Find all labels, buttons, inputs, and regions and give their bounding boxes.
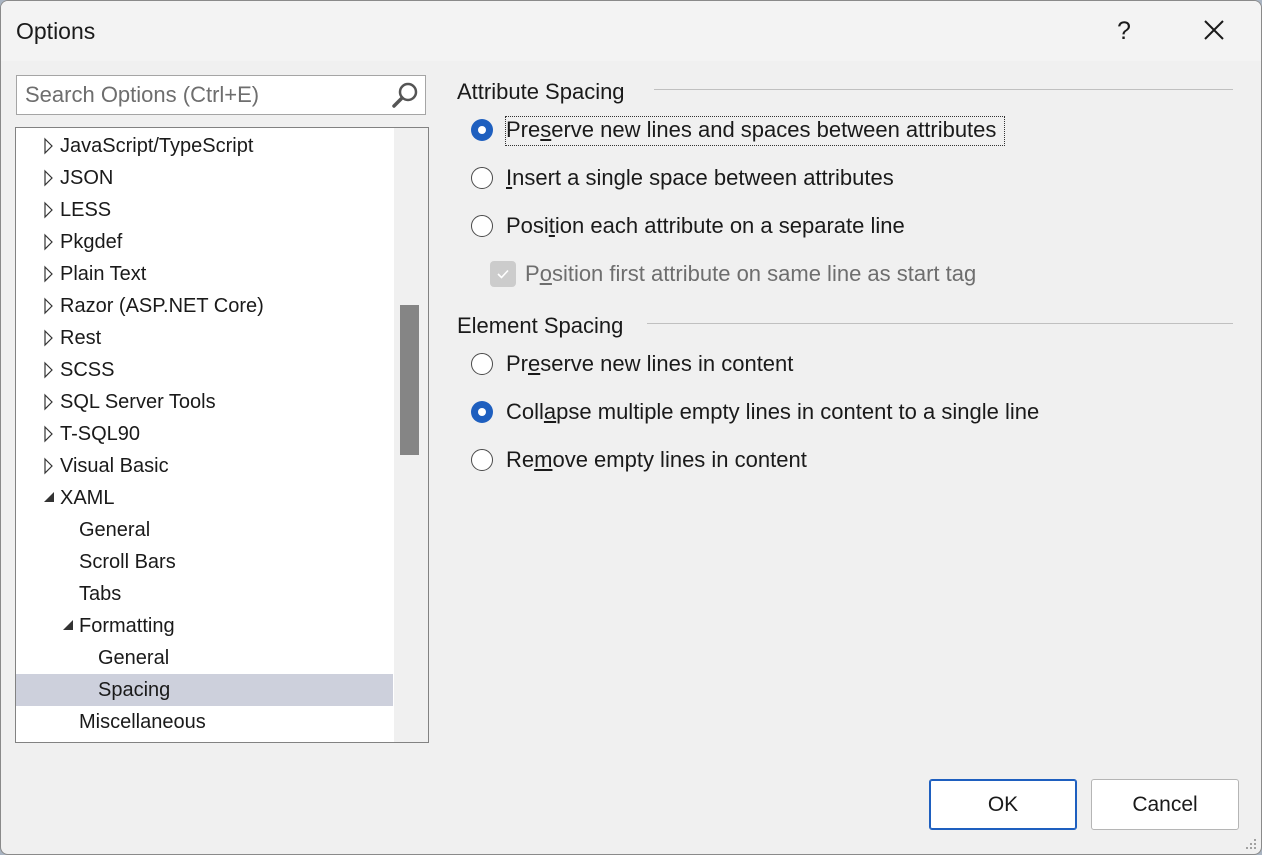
tree-item-label: XAML <box>60 487 115 509</box>
tree-item-label: General <box>79 519 151 541</box>
radio-button-icon <box>471 215 493 237</box>
tree-item[interactable]: Spacing <box>16 674 393 706</box>
ok-button[interactable]: OK <box>929 779 1077 830</box>
expand-arrow-icon[interactable] <box>42 130 56 162</box>
title-bar: Options ? <box>1 1 1261 61</box>
tree-item-label: JSON <box>60 167 114 189</box>
tree-item[interactable]: Miscellaneous <box>16 706 393 738</box>
radio-label: Insert a single space between attributes <box>506 165 894 190</box>
expand-arrow-icon[interactable] <box>42 226 56 258</box>
search-button[interactable] <box>391 80 421 110</box>
radio-label: Position each attribute on a separate li… <box>506 213 905 238</box>
expand-arrow-icon[interactable] <box>42 290 56 322</box>
radio-label: Remove empty lines in content <box>506 447 807 472</box>
options-tree[interactable]: JavaScript/TypeScript JSON LESS Pkgdef Plain… <box>15 127 429 743</box>
tree-item-label: Razor (ASP.NET Core) <box>60 295 264 317</box>
tree-item[interactable]: SQL Server Tools <box>16 386 393 418</box>
tree-item[interactable]: Formatting <box>16 610 393 642</box>
collapse-arrow-icon[interactable] <box>61 610 75 642</box>
expand-arrow-icon[interactable] <box>42 354 56 386</box>
tree-item-label: Plain Text <box>60 263 147 285</box>
help-button[interactable]: ? <box>1107 1 1141 61</box>
resize-grip-icon[interactable] <box>1243 836 1257 850</box>
tree-item[interactable]: JSON <box>16 162 393 194</box>
expand-arrow-icon[interactable] <box>42 162 56 194</box>
radio-button-icon <box>471 449 493 471</box>
tree-item-label: Scroll Bars <box>79 551 176 573</box>
expand-arrow-icon[interactable] <box>42 194 56 226</box>
search-box <box>16 75 426 115</box>
tree-item-label: Miscellaneous <box>79 711 206 733</box>
collapse-empty-lines-radio[interactable]: Collapse multiple empty lines in content… <box>471 397 1171 431</box>
tree-item[interactable]: Scroll Bars <box>16 546 393 578</box>
tree-item-label: Visual Basic <box>60 455 169 477</box>
radio-button-icon <box>471 167 493 189</box>
tree-item[interactable]: Visual Basic <box>16 450 393 482</box>
radio-button-icon <box>471 119 493 141</box>
radio-label: Preserve new lines and spaces between at… <box>504 116 1006 146</box>
checkbox-box <box>490 261 516 287</box>
tree-item[interactable]: JavaScript/TypeScript <box>16 130 393 162</box>
collapse-arrow-icon[interactable] <box>42 482 56 514</box>
tree-item[interactable]: SCSS <box>16 354 393 386</box>
tree-item-label: Pkgdef <box>60 231 123 253</box>
expand-arrow-icon[interactable] <box>42 386 56 418</box>
search-input[interactable] <box>17 76 387 114</box>
checkmark-icon <box>497 269 509 279</box>
tree-item[interactable]: General <box>16 642 393 674</box>
tree-item-label: JavaScript/TypeScript <box>60 135 254 157</box>
tree-item[interactable]: Razor (ASP.NET Core) <box>16 290 393 322</box>
close-button[interactable] <box>1189 1 1239 61</box>
tree-item[interactable]: LESS <box>16 194 393 226</box>
attribute-spacing-divider <box>654 89 1233 90</box>
tree-item-label: Rest <box>60 327 102 349</box>
expand-arrow-icon[interactable] <box>42 450 56 482</box>
tree-item[interactable]: Pkgdef <box>16 226 393 258</box>
preserve-lines-spaces-radio[interactable]: Preserve new lines and spaces between at… <box>471 115 1171 149</box>
expand-arrow-icon[interactable] <box>42 418 56 450</box>
scrollbar-thumb[interactable] <box>400 305 419 455</box>
attribute-spacing-title: Attribute Spacing <box>457 79 625 104</box>
tree-item[interactable]: General <box>16 514 393 546</box>
window-title: Options <box>16 18 96 44</box>
expand-arrow-icon[interactable] <box>42 322 56 354</box>
tree-item-label: Tabs <box>79 583 122 605</box>
tree-item[interactable]: Tabs <box>16 578 393 610</box>
radio-label: Collapse multiple empty lines in content… <box>506 399 1040 424</box>
tree-item-label: SCSS <box>60 359 115 381</box>
tree-item-label: Formatting <box>79 615 175 637</box>
radio-button-icon <box>471 353 493 375</box>
cancel-button[interactable]: Cancel <box>1091 779 1239 830</box>
expand-arrow-icon[interactable] <box>42 258 56 290</box>
tree-item-label: LESS <box>60 199 112 221</box>
tree-item[interactable]: Plain Text <box>16 258 393 290</box>
radio-button-icon <box>471 401 493 423</box>
tree-item[interactable]: XAML <box>16 482 393 514</box>
search-icon <box>392 82 418 108</box>
separate-line-radio[interactable]: Position each attribute on a separate li… <box>471 211 1171 245</box>
close-icon <box>1204 20 1224 40</box>
tree-item-label: Spacing <box>98 679 171 701</box>
insert-single-space-radio[interactable]: Insert a single space between attributes <box>471 163 1171 197</box>
tree-scrollbar[interactable] <box>394 128 428 742</box>
checkbox-label: Position first attribute on same line as… <box>525 261 977 286</box>
tree-item-label: General <box>98 647 170 669</box>
tree-item-label: SQL Server Tools <box>60 391 216 413</box>
tree-item[interactable]: T-SQL90 <box>16 418 393 450</box>
tree-item-label: T-SQL90 <box>60 423 141 445</box>
element-spacing-divider <box>647 323 1233 324</box>
tree-item[interactable]: Rest <box>16 322 393 354</box>
preserve-new-lines-radio[interactable]: Preserve new lines in content <box>471 349 1171 383</box>
radio-label: Preserve new lines in content <box>506 351 794 376</box>
position-first-attribute-checkbox[interactable]: Position first attribute on same line as… <box>490 259 1030 293</box>
element-spacing-title: Element Spacing <box>457 313 624 338</box>
options-dialog: Options ? JavaScript/TypeScript JSON LESS P… <box>0 0 1262 855</box>
remove-empty-lines-radio[interactable]: Remove empty lines in content <box>471 445 1171 479</box>
